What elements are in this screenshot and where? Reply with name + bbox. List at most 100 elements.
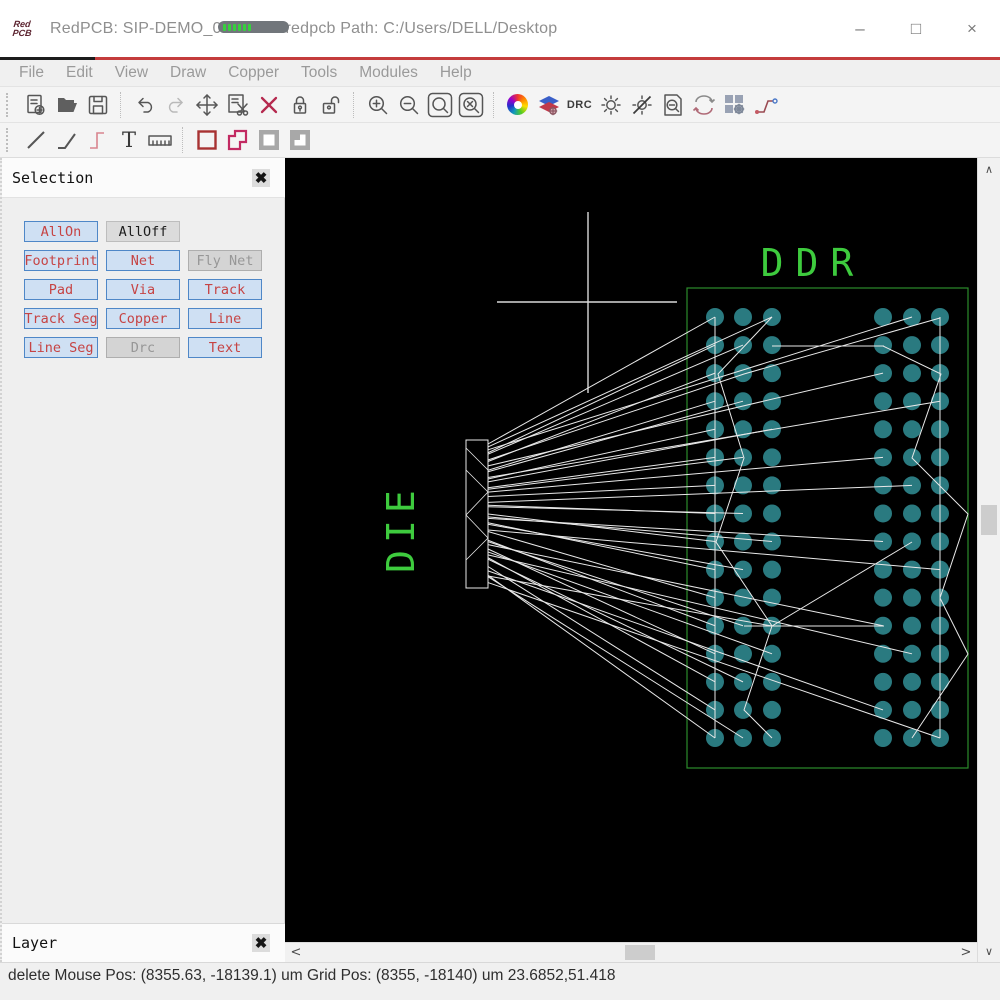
pcb-pad: [874, 336, 892, 355]
unlock-icon[interactable]: [315, 90, 346, 120]
scroll-right-icon[interactable]: >: [957, 943, 975, 962]
main-area: Selection ✖ AllOn AllOff Footprint Net Fly N…: [0, 158, 1000, 962]
rect-outline-icon[interactable]: [191, 125, 222, 155]
die-label: DIE: [379, 483, 423, 573]
pcb-pad: [763, 364, 781, 383]
pcb-pad: [874, 588, 892, 607]
pcb-pad: [763, 392, 781, 411]
pcb-pad: [903, 420, 921, 439]
menu-item-edit[interactable]: Edit: [55, 64, 104, 82]
layer-panel-close-icon[interactable]: ✖: [252, 934, 270, 952]
pcb-pad: [763, 448, 781, 467]
zoom-cancel-icon[interactable]: [455, 90, 486, 120]
toolbar-separator: [182, 127, 184, 153]
vertical-scroll-thumb[interactable]: [981, 505, 997, 535]
selection-button-line[interactable]: Line: [188, 308, 262, 329]
open-folder-icon[interactable]: [51, 90, 82, 120]
vertical-scrollbar[interactable]: ∧ ∨: [977, 158, 1000, 962]
zoom-in-icon[interactable]: [362, 90, 393, 120]
pcb-canvas-drawing[interactable]: DDR DIE: [285, 158, 977, 942]
zoom-out-icon[interactable]: [393, 90, 424, 120]
text-icon[interactable]: T: [113, 125, 144, 155]
route-icon[interactable]: [750, 90, 781, 120]
swap-rotate-icon[interactable]: [688, 90, 719, 120]
drc-icon[interactable]: DRC: [564, 90, 595, 120]
pcb-pad: [734, 364, 752, 383]
highlight-on-icon[interactable]: [595, 90, 626, 120]
pcb-pad: [734, 644, 752, 663]
zoom-window-icon[interactable]: [424, 90, 455, 120]
horizontal-scrollbar[interactable]: < >: [285, 942, 977, 962]
delete-icon[interactable]: [253, 90, 284, 120]
dimension-ruler-icon[interactable]: [144, 125, 175, 155]
menu-item-tools[interactable]: Tools: [290, 64, 348, 82]
menu-item-help[interactable]: Help: [429, 64, 483, 82]
layer-panel-title: Layer: [12, 934, 58, 952]
selection-button-track[interactable]: Track: [188, 279, 262, 300]
scroll-left-icon[interactable]: <: [287, 943, 305, 962]
new-document-icon[interactable]: [20, 90, 51, 120]
selection-button-allon[interactable]: AllOn: [24, 221, 98, 242]
left-panel: Selection ✖ AllOn AllOff Footprint Net Fly N…: [0, 158, 287, 962]
menu-item-view[interactable]: View: [104, 64, 159, 82]
polygon-filled-icon[interactable]: [284, 125, 315, 155]
rect-filled-icon[interactable]: [253, 125, 284, 155]
pcb-canvas[interactable]: DDR DIE: [285, 158, 977, 942]
selection-button-grid: AllOn AllOff Footprint Net Fly Net Pad Via Trac…: [24, 221, 262, 358]
pcb-pad: [874, 476, 892, 495]
selection-button-drc[interactable]: Drc: [106, 337, 180, 358]
selection-button-net[interactable]: Net: [106, 250, 180, 271]
save-icon[interactable]: [82, 90, 113, 120]
selection-button-text[interactable]: Text: [188, 337, 262, 358]
pcb-pad: [874, 504, 892, 523]
lock-icon[interactable]: [284, 90, 315, 120]
pcb-pad: [763, 560, 781, 579]
pcb-pad: [734, 532, 752, 551]
selection-panel-close-icon[interactable]: ✖: [252, 168, 270, 187]
minimize-button[interactable]: –: [832, 14, 888, 44]
impedance-line-icon[interactable]: [82, 125, 113, 155]
highlight-off-icon[interactable]: [626, 90, 657, 120]
menu-item-modules[interactable]: Modules: [348, 64, 429, 82]
selection-button-via[interactable]: Via: [106, 279, 180, 300]
main-toolbar: DRC: [0, 86, 1000, 122]
status-bar: delete Mouse Pos: (8355.63, -18139.1) um…: [0, 962, 1000, 1000]
selection-button-line-seg[interactable]: Line Seg: [24, 337, 98, 358]
polyline-icon[interactable]: [51, 125, 82, 155]
selection-button-pad[interactable]: Pad: [24, 279, 98, 300]
pcb-pad: [763, 336, 781, 355]
layer-panel-header: Layer ✖: [2, 923, 287, 962]
color-wheel-icon[interactable]: [502, 90, 533, 120]
selection-button-alloff[interactable]: AllOff: [106, 221, 180, 242]
recording-indicator: [218, 21, 289, 33]
pcb-pad: [903, 560, 921, 579]
document-zoom-icon[interactable]: [657, 90, 688, 120]
horizontal-scroll-thumb[interactable]: [625, 945, 655, 960]
layer-stack-icon[interactable]: [533, 90, 564, 120]
toolbar-separator: [120, 91, 122, 118]
scroll-down-icon[interactable]: ∨: [978, 942, 1000, 960]
toolbar-grip[interactable]: [6, 92, 13, 117]
cut-document-icon[interactable]: [222, 90, 253, 120]
selection-button-footprint[interactable]: Footprint: [24, 250, 98, 271]
selection-button-copper[interactable]: Copper: [106, 308, 180, 329]
maximize-button[interactable]: □: [888, 14, 944, 44]
pcb-pad: [763, 504, 781, 523]
menu-item-copper[interactable]: Copper: [217, 64, 290, 82]
redo-icon[interactable]: [160, 90, 191, 120]
module-settings-icon[interactable]: [719, 90, 750, 120]
title-bar: Red PCB RedPCB: SIP-DEMO_0130-5-N.redpcb…: [0, 0, 1000, 57]
logo-text-bottom: PCB: [12, 27, 33, 38]
scroll-up-icon[interactable]: ∧: [978, 160, 1000, 178]
window-title: RedPCB: SIP-DEMO_0130-5-N.redpcb Path: C…: [50, 19, 558, 37]
toolbar-grip[interactable]: [6, 128, 13, 152]
line-icon[interactable]: [20, 125, 51, 155]
move-icon[interactable]: [191, 90, 222, 120]
undo-icon[interactable]: [129, 90, 160, 120]
selection-button-track-seg[interactable]: Track Seg: [24, 308, 98, 329]
selection-button-fly-net[interactable]: Fly Net: [188, 250, 262, 271]
menu-item-draw[interactable]: Draw: [159, 64, 217, 82]
menu-item-file[interactable]: File: [8, 64, 55, 82]
polygon-outline-icon[interactable]: [222, 125, 253, 155]
close-button[interactable]: ×: [944, 14, 1000, 44]
